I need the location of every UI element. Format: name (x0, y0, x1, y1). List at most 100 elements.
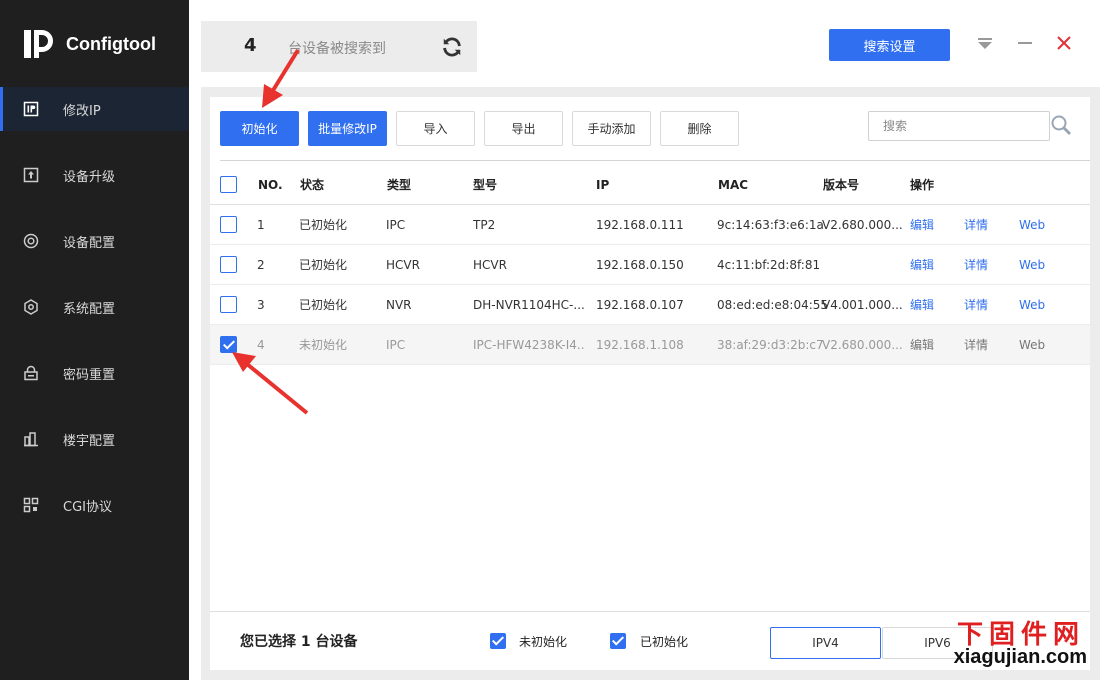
row-ip: 192.168.0.150 (596, 258, 684, 272)
detail-link[interactable]: 详情 (964, 325, 988, 365)
row-status: 已初始化 (299, 218, 348, 232)
web-link[interactable]: Web (1019, 285, 1045, 325)
sidebar-item-label: CGI协议 (63, 499, 112, 515)
search-icon[interactable] (1050, 114, 1072, 136)
row-ip: 192.168.0.111 (596, 218, 684, 232)
col-action: 操作 (910, 178, 935, 192)
select-all-checkbox[interactable] (220, 176, 237, 193)
sidebar-item-device-upgrade[interactable]: 设备升级 (0, 153, 189, 197)
row-checkbox[interactable] (220, 256, 237, 273)
search-settings-button[interactable]: 搜索设置 (829, 29, 950, 61)
sidebar: Configtool 修改IP 设备升级 设备配置 系统配置 密码重置 楼宇配置… (0, 0, 189, 680)
col-mac: MAC (718, 178, 749, 192)
filter-uninit-checkbox[interactable] (490, 633, 506, 649)
row-mac: 9c:14:63:f3:e6:1a (717, 218, 824, 232)
col-status: 状态 (300, 178, 325, 192)
refresh-icon[interactable] (441, 36, 463, 58)
row-type: NVR (386, 298, 412, 312)
import-button[interactable]: 导入 (396, 111, 475, 146)
device-config-icon (23, 233, 39, 249)
selected-suffix: 台设备 (315, 634, 358, 650)
col-version: 版本号 (823, 178, 860, 192)
detail-link[interactable]: 详情 (964, 285, 988, 325)
manual-add-button[interactable]: 手动添加 (572, 111, 651, 146)
table-divider (220, 160, 1090, 161)
table-header: NO. 状态 类型 型号 IP MAC 版本号 操作 (210, 165, 1090, 205)
sidebar-item-cgi[interactable]: CGI协议 (0, 483, 189, 527)
table-row[interactable]: 3 已初始化 NVR DH-NVR1104HC-... 192.168.0.10… (210, 285, 1090, 325)
edit-link[interactable]: 编辑 (910, 205, 934, 245)
dropdown-arrow-icon[interactable] (976, 34, 994, 52)
ipv4-tab[interactable]: IPV4 (770, 627, 881, 659)
detail-link[interactable]: 详情 (964, 245, 988, 285)
batch-modify-ip-button[interactable]: 批量修改IP (308, 111, 387, 146)
row-mac: 38:af:29:d3:2b:c7 (717, 338, 824, 352)
delete-button[interactable]: 删除 (660, 111, 739, 146)
row-ip: 192.168.0.107 (596, 298, 684, 312)
device-count-label: 台设备被搜索到 (288, 41, 386, 57)
row-no: 3 (257, 298, 265, 312)
row-type: HCVR (386, 258, 420, 272)
export-button[interactable]: 导出 (484, 111, 563, 146)
sidebar-item-label: 密码重置 (63, 367, 116, 383)
row-model: DH-NVR1104HC-... (473, 298, 585, 312)
sidebar-item-building-config[interactable]: 楼宇配置 (0, 417, 189, 461)
device-panel: 初始化 批量修改IP 导入 导出 手动添加 删除 NO. 状态 类型 型号 IP… (210, 97, 1090, 670)
system-config-icon (23, 299, 39, 315)
row-checkbox[interactable] (220, 336, 237, 353)
sidebar-item-label: 楼宇配置 (63, 433, 116, 449)
edit-link[interactable]: 编辑 (910, 285, 934, 325)
app-logo: Configtool (22, 26, 156, 62)
sidebar-item-system-config[interactable]: 系统配置 (0, 285, 189, 329)
row-model: IPC-HFW4238K-I4... (473, 338, 585, 352)
search-input[interactable] (869, 112, 1029, 140)
row-status: 未初始化 (299, 338, 348, 352)
row-ip: 192.168.1.108 (596, 338, 684, 352)
edit-link[interactable]: 编辑 (910, 245, 934, 285)
col-ip: IP (596, 178, 610, 192)
password-reset-icon (23, 365, 39, 381)
device-count: 4 (244, 35, 257, 56)
sidebar-item-label: 设备配置 (63, 235, 116, 251)
sidebar-item-modify-ip[interactable]: 修改IP (0, 87, 189, 131)
web-link[interactable]: Web (1019, 205, 1045, 245)
table-row[interactable]: 4 未初始化 IPC IPC-HFW4238K-I4... 192.168.1.… (210, 325, 1090, 365)
selected-summary: 您已选择 1 台设备 (240, 631, 358, 651)
row-model: TP2 (473, 218, 496, 232)
filter-uninit-label: 未初始化 (519, 635, 568, 649)
row-model: HCVR (473, 258, 507, 272)
col-model: 型号 (473, 178, 498, 192)
minimize-icon[interactable] (1016, 34, 1034, 52)
initialize-button[interactable]: 初始化 (220, 111, 299, 146)
close-icon[interactable] (1055, 34, 1073, 52)
device-count-box: 4 台设备被搜索到 (201, 21, 477, 72)
sidebar-item-label: 修改IP (63, 103, 101, 119)
row-version: V2.680.000... (822, 338, 903, 352)
selected-count: 1 (300, 634, 311, 650)
row-type: IPC (386, 218, 406, 232)
sidebar-item-password-reset[interactable]: 密码重置 (0, 351, 189, 395)
building-icon (23, 431, 39, 447)
row-version: V2.680.000... (822, 218, 903, 232)
selected-prefix: 您已选择 (240, 634, 296, 650)
configtool-logo-icon (24, 30, 53, 58)
sidebar-item-device-config[interactable]: 设备配置 (0, 219, 189, 263)
col-no: NO. (258, 178, 283, 192)
ip-icon (23, 101, 39, 117)
watermark: 下固件网 xiagujian.com (954, 612, 1095, 676)
detail-link[interactable]: 详情 (964, 205, 988, 245)
row-type: IPC (386, 338, 406, 352)
row-mac: 08:ed:ed:e8:04:55 (717, 298, 829, 312)
table-row[interactable]: 1 已初始化 IPC TP2 192.168.0.111 9c:14:63:f3… (210, 205, 1090, 245)
row-checkbox[interactable] (220, 296, 237, 313)
sidebar-item-label: 设备升级 (63, 169, 116, 185)
edit-link[interactable]: 编辑 (910, 325, 934, 365)
row-checkbox[interactable] (220, 216, 237, 233)
row-no: 1 (257, 218, 265, 232)
sidebar-item-label: 系统配置 (63, 301, 116, 317)
web-link[interactable]: Web (1019, 245, 1045, 285)
table-row[interactable]: 2 已初始化 HCVR HCVR 192.168.0.150 4c:11:bf:… (210, 245, 1090, 285)
web-link[interactable]: Web (1019, 325, 1045, 365)
filter-init-checkbox[interactable] (610, 633, 626, 649)
search-box (868, 111, 1050, 141)
